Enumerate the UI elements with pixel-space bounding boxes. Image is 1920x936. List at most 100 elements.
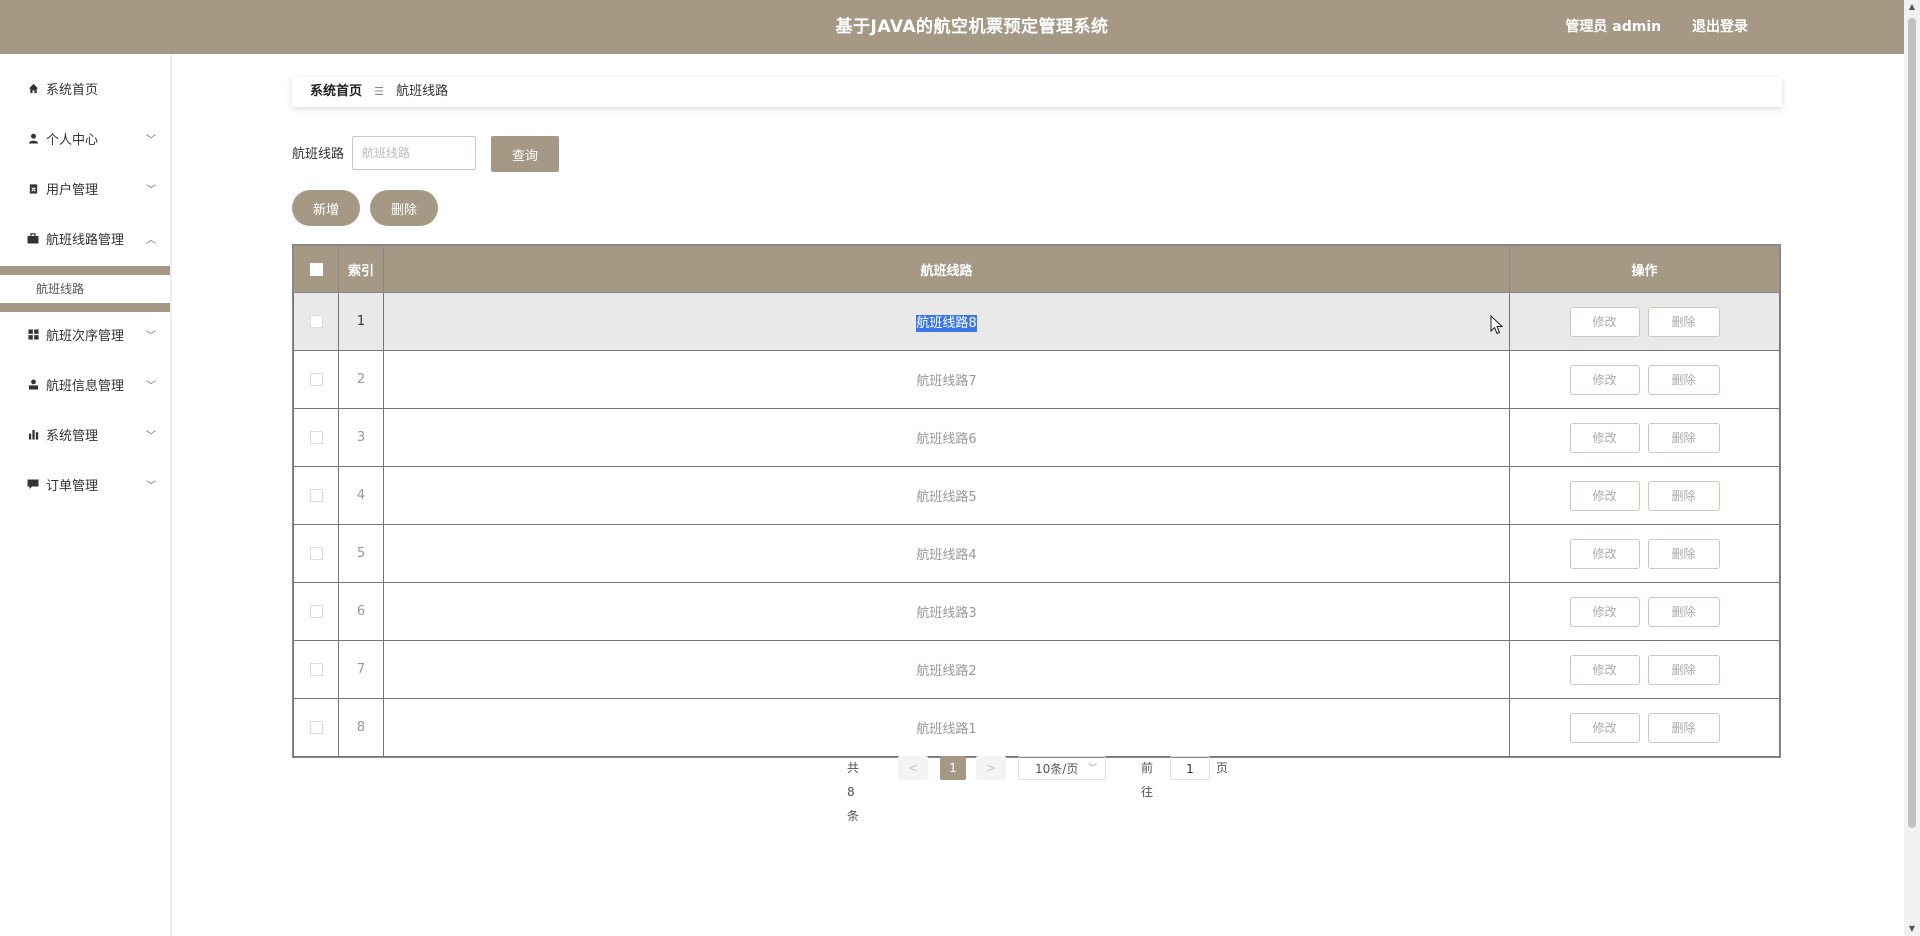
row-index: 4 bbox=[338, 466, 384, 525]
row-checkbox[interactable] bbox=[309, 605, 323, 618]
row-index: 5 bbox=[338, 524, 384, 583]
logout-link[interactable]: 退出登录 bbox=[1692, 19, 1748, 35]
goto-suffix: 页 bbox=[1216, 761, 1229, 775]
row-actions: 修改 删除 bbox=[1509, 292, 1780, 351]
submenu-divider bbox=[0, 266, 170, 275]
chevron-down-icon: ﹀ bbox=[146, 331, 156, 342]
table-row[interactable]: 2 航班线路7 修改 删除 bbox=[293, 350, 1780, 409]
chevron-down-icon: ﹀ bbox=[146, 185, 156, 196]
edit-button[interactable]: 修改 bbox=[1569, 422, 1640, 453]
page-scrollbar[interactable]: ▲ ▼ bbox=[1904, 0, 1920, 936]
scroll-down-icon[interactable]: ▼ bbox=[1904, 922, 1920, 936]
breadcrumb: 系统首页 ☰ 航班线路 bbox=[292, 77, 1782, 107]
current-user[interactable]: 管理员 admin bbox=[1565, 19, 1661, 35]
sidebar-item-personal-center[interactable]: 个人中心 ﹀ bbox=[0, 116, 170, 166]
delete-button[interactable]: 删除 bbox=[1647, 596, 1720, 627]
sidebar-item-label: 系统首页 bbox=[46, 83, 99, 98]
row-route: 航班线路7 bbox=[383, 350, 1510, 409]
edit-button[interactable]: 修改 bbox=[1569, 712, 1640, 743]
edit-button[interactable]: 修改 bbox=[1569, 480, 1640, 511]
goto-page-input[interactable]: 1 bbox=[1170, 756, 1210, 780]
prev-page-button[interactable]: < bbox=[898, 756, 928, 780]
chevron-down-icon: ﹀ bbox=[146, 481, 156, 492]
sidebar-item-route-management[interactable]: 航班线路管理 ︿ bbox=[0, 216, 170, 266]
edit-button[interactable]: 修改 bbox=[1569, 654, 1640, 685]
row-route: 航班线路4 bbox=[383, 524, 1510, 583]
search-label: 航班线路 bbox=[292, 147, 345, 162]
breadcrumb-home[interactable]: 系统首页 bbox=[310, 84, 362, 99]
edit-button[interactable]: 修改 bbox=[1569, 364, 1640, 395]
person-icon bbox=[26, 362, 40, 412]
search-input[interactable] bbox=[352, 136, 476, 170]
table-row[interactable]: 6 航班线路3 修改 删除 bbox=[293, 582, 1780, 641]
row-checkbox[interactable] bbox=[309, 315, 323, 328]
batch-delete-button[interactable]: 删除 bbox=[370, 190, 438, 226]
scroll-up-icon[interactable]: ▲ bbox=[1904, 0, 1920, 14]
table-row[interactable]: 3 航班线路6 修改 删除 bbox=[293, 408, 1780, 467]
route-table: 索引 航班线路 操作 1 航班线路8 修改 删除 2 航班线路7 修改 删除 3 航… bbox=[292, 244, 1781, 758]
row-checkbox[interactable] bbox=[309, 431, 323, 444]
sidebar-item-flight-order-management[interactable]: 航班次序管理 ﹀ bbox=[0, 312, 170, 362]
delete-button[interactable]: 删除 bbox=[1647, 538, 1720, 569]
comment-icon bbox=[26, 462, 40, 512]
row-route-cell: 航班线路8 bbox=[383, 292, 1510, 351]
breadcrumb-separator-icon: ☰ bbox=[374, 85, 385, 98]
home-icon bbox=[26, 66, 40, 116]
row-index: 8 bbox=[338, 698, 384, 757]
column-header-index: 索引 bbox=[338, 245, 384, 293]
sidebar-item-label: 个人中心 bbox=[46, 133, 99, 148]
row-route: 航班线路2 bbox=[383, 640, 1510, 699]
sidebar-item-home[interactable]: 系统首页 bbox=[0, 66, 170, 116]
select-all-cell bbox=[293, 245, 339, 293]
table-row[interactable]: 7 航班线路2 修改 删除 bbox=[293, 640, 1780, 699]
top-right-area: 管理员 admin 退出登录 bbox=[1539, 0, 1748, 54]
page-size-value: 10条/页 bbox=[1035, 762, 1079, 776]
row-index: 1 bbox=[338, 292, 384, 351]
chevron-down-icon: ﹀ bbox=[146, 381, 156, 392]
row-checkbox[interactable] bbox=[309, 663, 323, 676]
row-checkbox[interactable] bbox=[309, 547, 323, 560]
row-route: 航班线路3 bbox=[383, 582, 1510, 641]
row-actions: 修改 删除 bbox=[1509, 582, 1780, 641]
column-header-route: 航班线路 bbox=[383, 245, 1510, 293]
row-route: 航班线路1 bbox=[383, 698, 1510, 757]
table-row[interactable]: 5 航班线路4 修改 删除 bbox=[293, 524, 1780, 583]
next-page-button[interactable]: > bbox=[976, 756, 1006, 780]
sidebar-item-order-management[interactable]: 订单管理 ﹀ bbox=[0, 462, 170, 512]
row-actions: 修改 删除 bbox=[1509, 466, 1780, 525]
sidebar-item-system-management[interactable]: 系统管理 ﹀ bbox=[0, 412, 170, 462]
delete-button[interactable]: 删除 bbox=[1647, 712, 1720, 743]
sidebar-item-label: 航班信息管理 bbox=[46, 379, 125, 394]
sidebar-item-label: 系统管理 bbox=[46, 429, 99, 444]
edit-button[interactable]: 修改 bbox=[1569, 306, 1640, 337]
table-row[interactable]: 8 航班线路1 修改 删除 bbox=[293, 698, 1780, 757]
scrollbar-thumb[interactable] bbox=[1908, 18, 1916, 828]
breadcrumb-current: 航班线路 bbox=[396, 84, 449, 99]
add-button[interactable]: 新增 bbox=[292, 190, 360, 226]
page-number-current[interactable]: 1 bbox=[940, 756, 966, 780]
sidebar-subitem-flight-route[interactable]: 航班线路 bbox=[0, 275, 170, 303]
sidebar-item-label: 航班次序管理 bbox=[46, 329, 125, 344]
delete-button[interactable]: 删除 bbox=[1647, 422, 1720, 453]
sidebar-item-user-management[interactable]: 用户管理 ﹀ bbox=[0, 166, 170, 216]
chevron-up-icon: ︿ bbox=[146, 235, 156, 246]
sidebar-item-flight-info-management[interactable]: 航班信息管理 ﹀ bbox=[0, 362, 170, 412]
delete-button[interactable]: 删除 bbox=[1647, 306, 1720, 337]
row-checkbox[interactable] bbox=[309, 489, 323, 502]
row-actions: 修改 删除 bbox=[1509, 408, 1780, 467]
row-checkbox[interactable] bbox=[309, 373, 323, 386]
submenu-divider bbox=[0, 303, 170, 312]
edit-button[interactable]: 修改 bbox=[1569, 538, 1640, 569]
select-all-checkbox[interactable] bbox=[309, 262, 323, 276]
table-row[interactable]: 1 航班线路8 修改 删除 bbox=[293, 292, 1780, 351]
table-row[interactable]: 4 航班线路5 修改 删除 bbox=[293, 466, 1780, 525]
delete-button[interactable]: 删除 bbox=[1647, 364, 1720, 395]
row-route: 航班线路8 bbox=[916, 315, 977, 332]
delete-button[interactable]: 删除 bbox=[1647, 480, 1720, 511]
delete-button[interactable]: 删除 bbox=[1647, 654, 1720, 685]
row-checkbox[interactable] bbox=[309, 721, 323, 734]
pagination-total: 共 8 条 bbox=[847, 761, 860, 823]
edit-button[interactable]: 修改 bbox=[1569, 596, 1640, 627]
query-button[interactable]: 查询 bbox=[491, 136, 559, 172]
page-size-select[interactable]: 10条/页 ﹀ bbox=[1018, 756, 1106, 780]
